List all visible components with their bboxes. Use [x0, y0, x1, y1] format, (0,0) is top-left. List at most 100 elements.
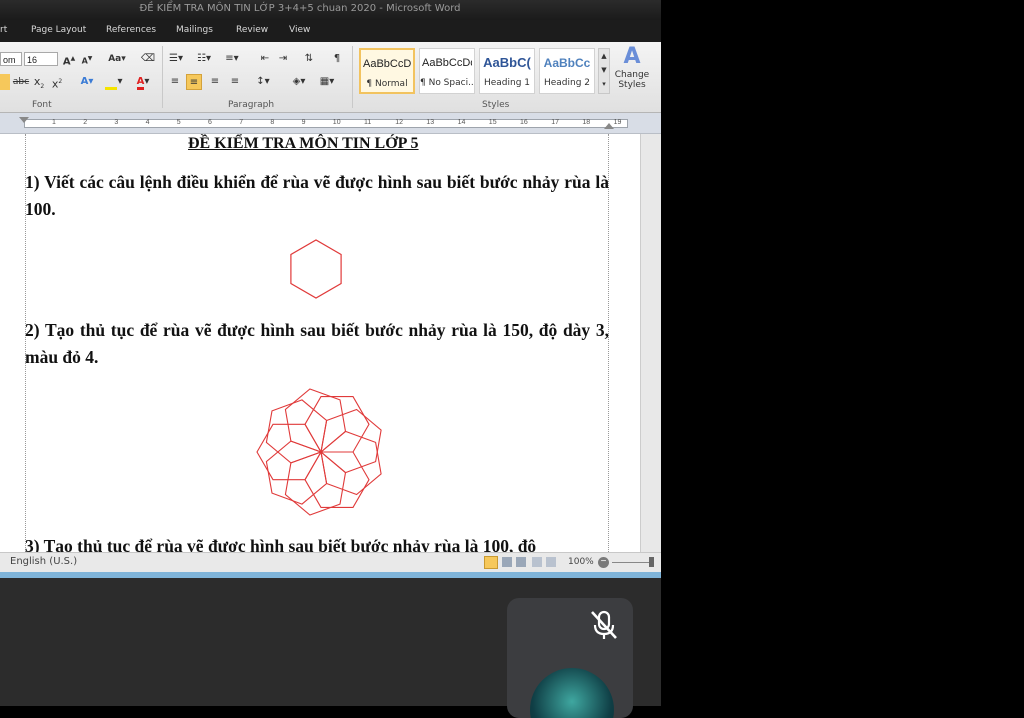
language-indicator[interactable]: English (U.S.) — [10, 556, 77, 567]
draft-view-icon[interactable] — [546, 557, 556, 567]
ruler-number: 6 — [208, 119, 212, 126]
style-normal[interactable]: AaBbCcDc ¶ Normal — [359, 48, 415, 94]
ruler-number: 8 — [270, 119, 275, 126]
rosette-hexagon — [304, 396, 370, 453]
numbering-icon[interactable]: ☷▾ — [196, 51, 212, 67]
format-painter-icon[interactable] — [0, 74, 10, 90]
avatar — [530, 668, 614, 718]
ruler-number: 4 — [145, 119, 150, 126]
tab-page-layout[interactable]: Page Layout — [31, 25, 86, 35]
ruler-number: 2 — [83, 119, 88, 126]
align-right-icon[interactable]: ≡ — [208, 74, 222, 90]
zoom-slider[interactable] — [612, 562, 652, 563]
ruler-number: 15 — [488, 119, 497, 126]
strikethrough-icon[interactable]: abc — [12, 74, 30, 90]
shrink-font-icon[interactable]: A▼ — [80, 51, 94, 67]
ribbon: om 16 A▲ A▼ Aa▾ ⌫ abc x2 x2 A▾ ▾ A▾ Font… — [0, 42, 661, 113]
outline-view-icon[interactable] — [532, 557, 542, 567]
multilevel-list-icon[interactable]: ≡▾ — [224, 51, 240, 67]
horizontal-ruler[interactable]: 1 2 3 4 5 6 7 8 9 10 11 12 13 14 15 16 17 18 19 — [0, 113, 661, 134]
tab-review[interactable]: Review — [236, 25, 268, 35]
paragraph-group-label: Paragraph — [228, 100, 275, 110]
zoom-slider-thumb[interactable] — [649, 557, 654, 567]
ruler-number: 12 — [395, 119, 403, 126]
status-bar: English (U.S.) 100% − — [0, 552, 661, 573]
ruler-number: 17 — [551, 119, 559, 126]
shading-icon[interactable]: ◈▾ — [288, 74, 310, 90]
font-color-icon[interactable]: A▾ — [132, 74, 154, 90]
participant-tile[interactable] — [507, 598, 633, 718]
style-heading-1[interactable]: AaBbC( Heading 1 — [479, 48, 535, 94]
full-screen-view-icon[interactable] — [502, 557, 512, 567]
font-group-label: Font — [32, 100, 52, 110]
ruler-number: 1 — [52, 119, 56, 126]
tab-view[interactable]: View — [289, 25, 310, 35]
highlight-swatch — [105, 87, 118, 90]
document-area[interactable]: ĐỀ KIỂM TRA MÔN TIN LỚP 5 1) Viết các câ… — [0, 134, 661, 552]
sort-icon[interactable]: ⇅ — [302, 51, 316, 67]
style-sample: AaBbC( — [483, 55, 531, 70]
superscript-icon[interactable]: x2 — [50, 74, 64, 91]
print-layout-view-icon[interactable] — [484, 556, 498, 569]
ruler-number: 14 — [457, 119, 466, 126]
show-marks-icon[interactable]: ¶ — [330, 51, 344, 67]
group-divider — [352, 46, 353, 108]
decrease-indent-icon[interactable]: ⇤ — [258, 51, 272, 67]
align-center-icon[interactable]: ≡ — [186, 74, 202, 90]
hexagon-shape — [290, 239, 342, 299]
doc-title: ĐỀ KIỂM TRA MÔN TIN LỚP 5 — [188, 135, 419, 152]
group-divider — [162, 46, 163, 108]
vertical-scrollbar[interactable] — [640, 134, 661, 552]
style-sample: AaBbCcDc — [363, 58, 411, 70]
highlight-icon[interactable]: ▾ — [103, 74, 125, 90]
ruler-number: 7 — [239, 119, 244, 126]
web-layout-view-icon[interactable] — [516, 557, 526, 567]
grow-font-icon[interactable]: A▲ — [62, 51, 76, 67]
ruler-number: 10 — [332, 119, 341, 126]
ruler-number: 19 — [613, 119, 622, 126]
ruler-number: 9 — [301, 119, 306, 126]
style-name: Heading 1 — [483, 78, 531, 88]
zoom-level[interactable]: 100% — [568, 557, 594, 567]
question-2: 2) Tạo thủ tục để rùa vẽ được hình sau b… — [25, 320, 609, 367]
question-1: 1) Viết các câu lệnh điều khiển để rùa v… — [25, 172, 609, 219]
text-effects-icon[interactable]: A▾ — [78, 74, 96, 90]
change-case-icon[interactable]: Aa▾ — [106, 51, 128, 67]
style-name: ¶ No Spaci... — [420, 78, 474, 88]
subscript-icon[interactable]: x2 — [32, 74, 46, 90]
ruler-number: 18 — [582, 119, 591, 126]
zoom-out-icon[interactable]: − — [598, 557, 609, 568]
right-indent-marker[interactable] — [604, 123, 614, 129]
page: ĐỀ KIỂM TRA MÔN TIN LỚP 5 1) Viết các câ… — [0, 134, 640, 552]
mic-off-icon[interactable] — [585, 606, 623, 644]
line-spacing-icon[interactable]: ↕▾ — [254, 74, 272, 90]
style-no-spacing[interactable]: AaBbCcDc ¶ No Spaci... — [419, 48, 475, 94]
font-name-combo[interactable]: om — [0, 52, 22, 66]
change-styles-icon: A — [623, 44, 641, 69]
ruler-number: 11 — [364, 119, 372, 126]
font-size-combo[interactable]: 16 — [24, 52, 58, 66]
borders-icon[interactable]: ▦▾ — [316, 74, 338, 90]
ruler-number: 5 — [176, 119, 181, 126]
window-title: ĐỀ KIỂM TRA MÔN TIN LỚP 3+4+5 chuan 2020… — [139, 3, 461, 14]
ruler-number: 16 — [520, 119, 528, 126]
align-left-icon[interactable]: ≡ — [168, 74, 182, 90]
style-heading-2[interactable]: AaBbCc Heading 2 — [539, 48, 595, 94]
style-sample: AaBbCcDc — [422, 57, 472, 69]
rosette-hexagon — [304, 451, 370, 508]
justify-icon[interactable]: ≡ — [228, 74, 242, 90]
tab-mailings[interactable]: Mailings — [176, 25, 213, 35]
tab-insert[interactable]: rt — [0, 25, 7, 35]
bullets-icon[interactable]: ☰▾ — [168, 51, 184, 67]
increase-indent-icon[interactable]: ⇥ — [276, 51, 290, 67]
clear-formatting-icon[interactable]: ⌫ — [140, 51, 156, 67]
word-window: ĐỀ KIỂM TRA MÔN TIN LỚP 3+4+5 chuan 2020… — [0, 0, 661, 578]
change-styles-button[interactable]: A Change Styles — [612, 44, 652, 98]
first-line-indent-marker[interactable] — [19, 117, 29, 123]
styles-scroll-icon[interactable]: ▲ ▼ ▾ — [598, 48, 610, 94]
style-sample: AaBbCc — [543, 56, 591, 70]
hexagon-figure — [290, 239, 342, 299]
ribbon-tabs: rt Page Layout References Mailings Revie… — [0, 20, 661, 42]
rosette-figure — [256, 388, 382, 516]
tab-references[interactable]: References — [106, 25, 156, 35]
